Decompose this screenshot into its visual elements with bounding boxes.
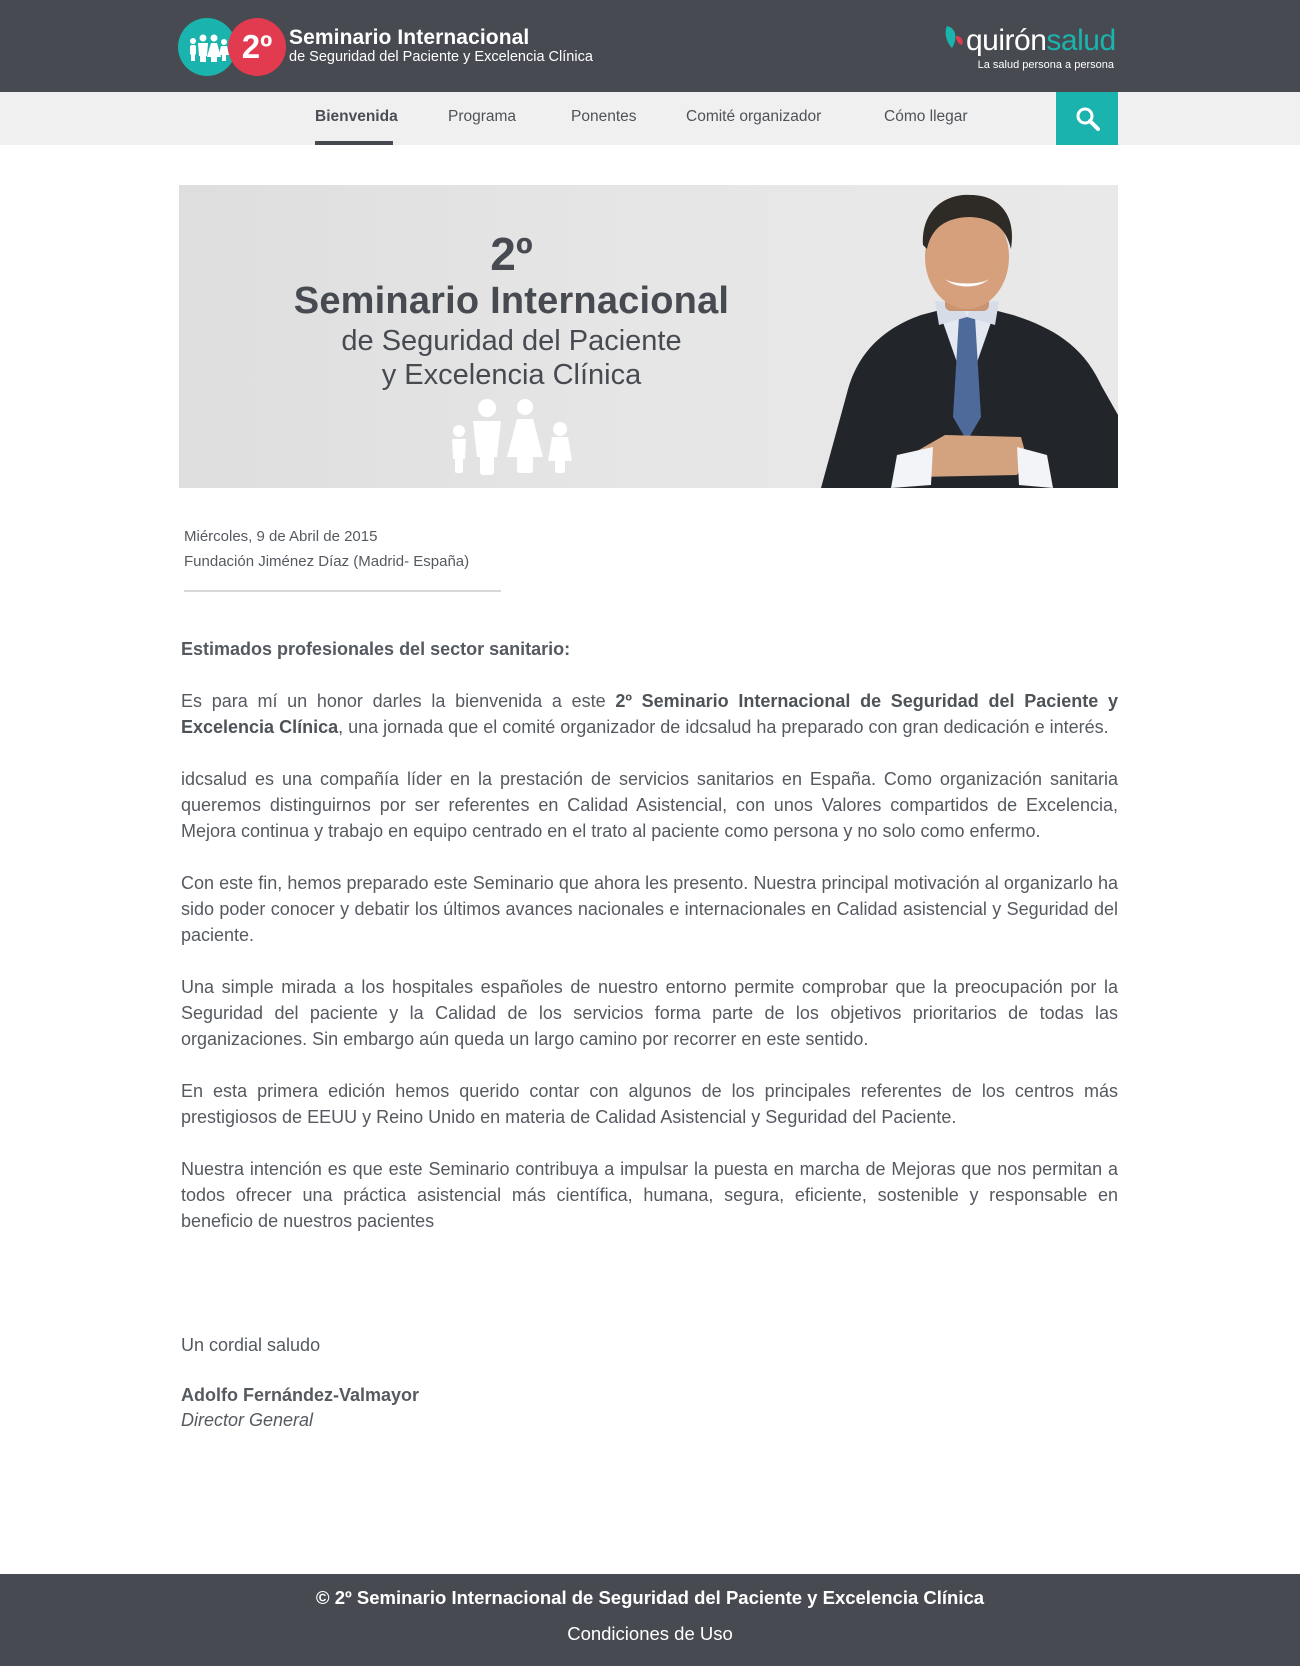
letter-p1-rest: , una jornada que el comité organizador … — [338, 717, 1109, 737]
letter-paragraph-1: Es para mí un honor darles la bienvenida… — [181, 688, 1118, 740]
event-venue: Fundación Jiménez Díaz (Madrid- España) — [184, 553, 470, 570]
letter-paragraph-4: Una simple mirada a los hospitales españ… — [181, 977, 1118, 1049]
partner-name-part1: quirón — [966, 24, 1047, 57]
family-silhouette-icon — [452, 399, 572, 475]
event-date: Miércoles, 9 de Abril de 2015 — [184, 528, 378, 545]
letter-paragraph-2: idcsalud es una compañía líder en la pre… — [181, 769, 1118, 841]
edition-badge: 2º — [228, 18, 286, 76]
edition-number: 2º — [241, 28, 273, 65]
letter-paragraph-5: En esta primera edición hemos querido co… — [181, 1081, 1118, 1127]
info-divider — [184, 590, 501, 592]
search-icon — [1076, 107, 1100, 131]
nav-active-indicator — [315, 141, 393, 145]
nav-item-bienvenida[interactable]: Bienvenida — [315, 92, 398, 145]
letter-paragraph-6: Nuestra intención es que este Seminario … — [181, 1159, 1118, 1231]
site-subtitle: de Seguridad del Paciente y Excelencia C… — [289, 49, 593, 65]
nav-item-programa[interactable]: Programa — [448, 92, 516, 145]
nav-item-comite-organizador[interactable]: Comité organizador — [686, 92, 821, 145]
banner-subtitle-line2: y Excelencia Clínica — [381, 359, 642, 391]
signer-role: Director General — [181, 1410, 314, 1430]
footer-copyright: © 2º Seminario Internacional de Segurida… — [315, 1587, 985, 1608]
partner-name-part2: salud — [1046, 24, 1116, 57]
quironsalud-leaf-icon — [945, 26, 963, 48]
letter-paragraph-3: Con este fin, hemos preparado este Semin… — [181, 873, 1118, 945]
family-icon — [190, 34, 229, 62]
top-header: 2º Seminario Internacional de Seguridad … — [0, 0, 1300, 92]
banner-subtitle-line1: de Seguridad del Paciente — [341, 325, 682, 357]
director-photo — [821, 194, 1118, 488]
banner-title: Seminario Internacional — [293, 280, 730, 322]
signer-name: Adolfo Fernández-Valmayor — [181, 1385, 420, 1405]
page-footer: © 2º Seminario Internacional de Segurida… — [0, 1574, 1300, 1666]
partner-logo[interactable]: quirónsalud La salud persona a persona — [940, 20, 1120, 76]
nav-item-ponentes[interactable]: Ponentes — [571, 92, 637, 145]
hero-banner: 2º Seminario Internacional de Seguridad … — [179, 185, 1118, 488]
terms-of-use-link[interactable]: Condiciones de Uso — [0, 1623, 1300, 1645]
welcome-letter: Estimados profesionales del sector sanit… — [181, 636, 1118, 1260]
site-title: Seminario Internacional — [289, 26, 530, 49]
event-logo[interactable]: 2º — [178, 18, 286, 76]
partner-name: quirónsalud — [966, 24, 1116, 58]
letter-p1-intro: Es para mí un honor darles la bienvenida… — [181, 691, 616, 711]
letter-greeting: Estimados profesionales del sector sanit… — [181, 639, 571, 659]
search-button[interactable] — [1056, 92, 1118, 145]
nav-item-como-llegar[interactable]: Cómo llegar — [884, 92, 968, 145]
banner-edition: 2º — [490, 228, 533, 280]
letter-closing: Un cordial saludo — [181, 1335, 321, 1355]
partner-tagline: La salud persona a persona — [977, 59, 1114, 71]
